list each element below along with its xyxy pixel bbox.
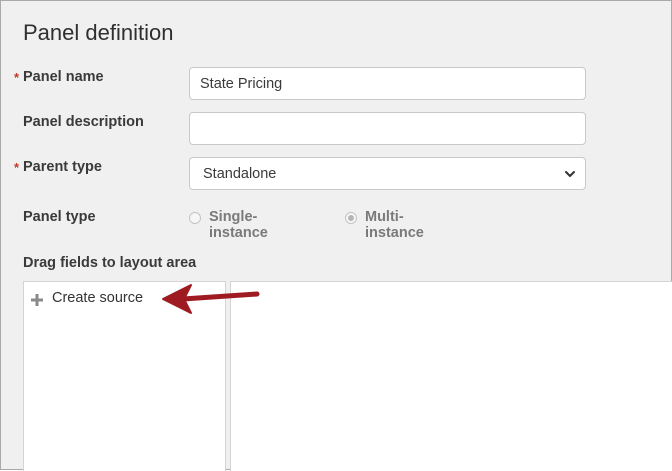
multi-instance-radio[interactable]	[345, 212, 357, 224]
parent-type-select[interactable]: Standalone	[189, 157, 586, 190]
chevron-down-icon	[565, 171, 575, 177]
panel-name-label: Panel name	[23, 69, 104, 85]
parent-type-value: Standalone	[203, 166, 277, 182]
panel-type-label: Panel type	[23, 209, 96, 225]
panel-description-label: Panel description	[23, 114, 144, 130]
parent-type-label: Parent type	[23, 159, 102, 175]
create-source-label: Create source	[52, 290, 144, 306]
panel-definition-frame: Panel definition * Panel name Panel desc…	[0, 0, 672, 471]
single-instance-radio[interactable]	[189, 212, 201, 224]
required-marker: *	[14, 160, 20, 175]
drag-fields-label: Drag fields to layout area	[23, 255, 197, 271]
layout-area[interactable]	[230, 281, 672, 471]
required-marker: *	[14, 70, 20, 85]
multi-instance-label: Multi-instance	[365, 209, 424, 241]
plus-icon	[31, 294, 43, 306]
panel-description-input[interactable]	[189, 112, 586, 145]
page-title: Panel definition	[23, 20, 174, 45]
single-instance-label: Single-instance	[209, 209, 268, 241]
annotation-arrow	[162, 284, 260, 314]
panel-name-input[interactable]	[189, 67, 586, 100]
